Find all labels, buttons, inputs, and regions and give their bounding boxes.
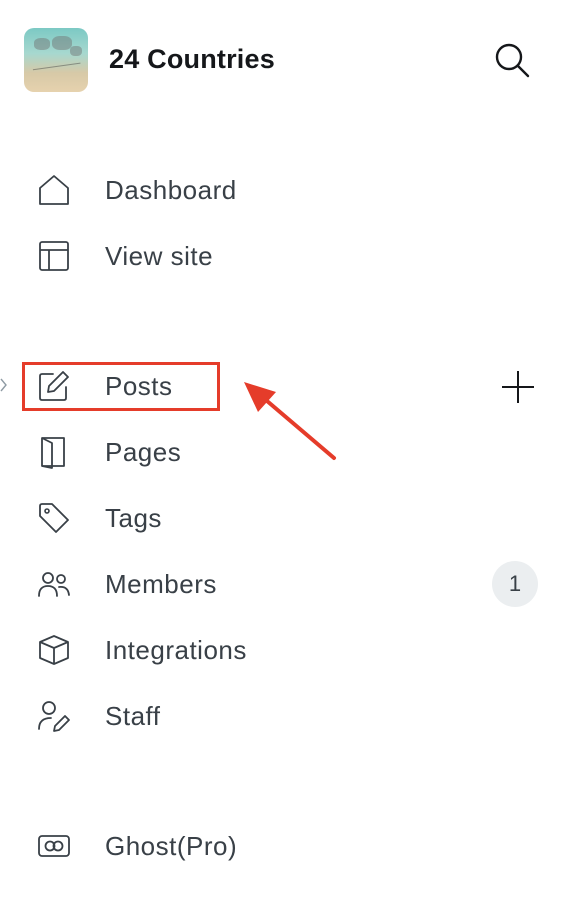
members-count-badge: 1 <box>492 561 538 607</box>
plus-icon <box>502 371 534 403</box>
nav-label-view-site: View site <box>105 240 214 271</box>
layout-icon <box>36 238 72 274</box>
members-icon <box>36 566 72 602</box>
nav-item-view-site[interactable]: View site <box>36 232 536 280</box>
search-icon <box>495 43 530 78</box>
site-logo[interactable] <box>24 28 88 92</box>
annotation-highlight-box <box>22 362 220 411</box>
nav-item-staff[interactable]: Staff <box>36 692 536 740</box>
page-icon <box>36 434 72 470</box>
nav-label-integrations: Integrations <box>105 634 247 665</box>
logo-script <box>31 52 81 71</box>
nav-item-integrations[interactable]: Integrations <box>36 626 536 674</box>
nav-item-tags[interactable]: Tags <box>36 494 536 542</box>
annotation-arrow-icon <box>244 382 336 460</box>
nav-label-ghost-pro: Ghost(Pro) <box>105 830 238 861</box>
search-button[interactable] <box>490 38 534 82</box>
active-caret-icon <box>0 378 7 392</box>
nav-label-pages: Pages <box>105 436 182 467</box>
nav-label-dashboard: Dashboard <box>105 174 237 205</box>
sidebar-header: 24 Countries <box>24 28 536 92</box>
tag-icon <box>36 500 72 536</box>
new-post-button[interactable] <box>498 367 538 407</box>
nav-item-dashboard[interactable]: Dashboard <box>36 166 536 214</box>
staff-icon <box>36 698 72 734</box>
site-title[interactable]: 24 Countries <box>109 44 275 75</box>
nav-label-tags: Tags <box>105 502 162 533</box>
logo-map-shape <box>34 38 50 50</box>
ghost-pro-icon <box>36 828 72 864</box>
box-icon <box>36 632 72 668</box>
logo-map-shape <box>52 36 72 50</box>
nav-label-members: Members <box>105 568 217 599</box>
home-icon <box>36 172 72 208</box>
nav-item-ghost-pro[interactable]: Ghost(Pro) <box>36 822 536 870</box>
nav-label-staff: Staff <box>105 700 161 731</box>
nav-item-members[interactable]: Members <box>36 560 536 608</box>
